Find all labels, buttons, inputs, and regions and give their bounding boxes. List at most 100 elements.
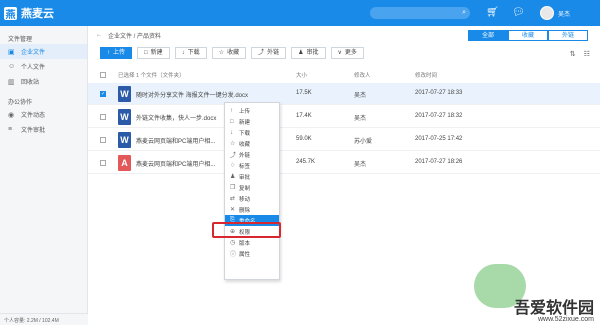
menu-item-label: 属性 xyxy=(239,251,251,258)
breadcrumb-path[interactable]: 企业文件 / 产品资料 xyxy=(108,31,161,40)
sidebar-item-label: 回收站 xyxy=(21,80,40,86)
header-modifier[interactable]: 修改人 xyxy=(354,71,371,79)
sidebar-item-label: 个人文件 xyxy=(21,65,46,71)
new-button[interactable]: □ 新建 xyxy=(137,47,170,59)
context-menu: ↑ 上传 □ 新建 ↓ 下载 ☆ 收藏 ⤴ 外链 ♢ 标签 ♟ 审批 ❐ 复制 ⇄ 移动 ✕ 删除 … xyxy=(224,102,280,280)
table-header: 已选择 1 个文件（文件夹） 大小 修改人 修改时间 xyxy=(88,69,600,81)
approval-button[interactable]: ♟ 审批 xyxy=(291,47,326,59)
header-name[interactable]: 已选择 1 个文件（文件夹） xyxy=(118,71,185,79)
menu-item-upload[interactable]: ↑ 上传 xyxy=(225,105,279,116)
table-row[interactable]: W 外链文件收集，快人一步.docx 17.4K 吴杰 2017-07-27 1… xyxy=(88,106,600,128)
file-modifier: 吴杰 xyxy=(354,116,367,122)
download-icon: ↓ xyxy=(181,50,185,56)
menu-item-move[interactable]: ⇄ 移动 xyxy=(225,193,279,204)
chevron-down-icon: ∨ xyxy=(337,50,342,56)
upload-icon: ↑ xyxy=(107,50,110,56)
file-modifier: 吴杰 xyxy=(354,162,367,168)
menu-item-label: 删除 xyxy=(239,207,251,214)
menu-item-share-link[interactable]: ⤴ 外链 xyxy=(225,149,279,160)
sidebar-item-file-activity[interactable]: ◉ 文件动态 xyxy=(0,107,87,122)
watermark-url: www.52zixue.com xyxy=(537,316,594,323)
menu-item-favorite[interactable]: ☆ 收藏 xyxy=(225,138,279,149)
menu-item-tag[interactable]: ♢ 标签 xyxy=(225,160,279,171)
upload-icon: ↑ xyxy=(230,107,233,114)
sidebar-section-title: 办公协作 xyxy=(8,100,33,106)
row-checkbox[interactable] xyxy=(100,137,106,143)
star-icon: ☆ xyxy=(218,50,225,56)
header-time[interactable]: 修改时间 xyxy=(415,71,437,79)
menu-item-label: 新建 xyxy=(239,119,251,126)
menu-item-delete[interactable]: ✕ 删除 xyxy=(225,204,279,215)
share-link-button[interactable]: ⤴ 外链 xyxy=(251,47,287,59)
username[interactable]: 吴杰 xyxy=(558,9,570,18)
menu-item-version[interactable]: ◷ 版本 xyxy=(225,237,279,248)
sidebar-item-file-approval[interactable]: ≡ 文件审批 xyxy=(0,122,87,137)
menu-item-download[interactable]: ↓ 下载 xyxy=(225,127,279,138)
file-name[interactable]: 外链文件收集，快人一步.docx xyxy=(136,113,216,122)
menu-item-approval[interactable]: ♟ 审批 xyxy=(225,171,279,182)
tab-external-links[interactable]: 外链 xyxy=(548,30,588,41)
menu-item-new[interactable]: □ 新建 xyxy=(225,116,279,127)
highlight-outline xyxy=(212,222,281,238)
copy-icon: ❐ xyxy=(230,185,236,191)
sidebar-item-company-files[interactable]: ▣ 企业文件 xyxy=(0,44,87,59)
tab-favorites[interactable]: 收藏 xyxy=(508,30,548,41)
sidebar-item-personal-files[interactable]: ☺ 个人文件 xyxy=(0,59,87,74)
table-row[interactable]: A 燕麦云网页端和PC端用户相... 245.7K 吴杰 2017-07-27 … xyxy=(88,152,600,174)
sort-icon[interactable]: ⇅ xyxy=(570,50,576,58)
toolbar-right: ⇅ ☷ xyxy=(562,50,590,58)
pdf-file-icon: A xyxy=(118,155,131,171)
table-row[interactable]: W 燕麦云网页端和PC端用户相... 59.0K 苏小爱 2017-07-25 … xyxy=(88,129,600,151)
menu-item-copy[interactable]: ❐ 复制 xyxy=(225,182,279,193)
activity-icon: ◉ xyxy=(8,111,15,119)
menu-item-label: 审批 xyxy=(239,174,251,181)
share-icon: ⤴ xyxy=(258,50,265,56)
word-file-icon: W xyxy=(118,109,131,125)
file-name[interactable]: 燕麦云网页端和PC端用户相... xyxy=(136,159,215,168)
file-size: 59.0K xyxy=(296,136,312,142)
file-time: 2017-07-27 18:26 xyxy=(415,159,463,165)
search-box[interactable]: ⌕ xyxy=(370,7,470,19)
more-button[interactable]: ∨ 更多 xyxy=(330,47,364,59)
menu-item-label: 收藏 xyxy=(239,141,251,148)
row-checkbox[interactable] xyxy=(100,114,106,120)
back-arrow-icon[interactable]: ← xyxy=(96,32,102,38)
table-row[interactable]: ✓ W 随时对外分享文件 海报文件一键分发.docx 17.5K 吴杰 2017… xyxy=(88,83,600,105)
share-icon: ⤴ xyxy=(230,153,237,159)
info-icon: ⓘ xyxy=(230,252,237,258)
tab-all[interactable]: 全部 xyxy=(468,30,508,41)
file-modifier: 苏小爱 xyxy=(354,139,373,145)
new-icon: □ xyxy=(144,50,148,56)
file-time: 2017-07-27 18:32 xyxy=(415,113,463,119)
trash-icon: ▥ xyxy=(8,78,15,86)
file-name[interactable]: 随时对外分享文件 海报文件一键分发.docx xyxy=(136,90,248,99)
word-file-icon: W xyxy=(118,86,131,102)
sidebar-item-recycle-bin[interactable]: ▥ 回收站 xyxy=(0,74,87,89)
header-size[interactable]: 大小 xyxy=(296,71,307,79)
search-icon[interactable]: ⌕ xyxy=(462,9,466,17)
new-icon: □ xyxy=(230,118,234,125)
search-input[interactable] xyxy=(382,8,463,18)
file-size: 245.7K xyxy=(296,159,316,165)
file-name[interactable]: 燕麦云网页端和PC端用户相... xyxy=(136,136,215,145)
menu-item-label: 复制 xyxy=(239,185,251,192)
menu-item-label: 下载 xyxy=(239,130,251,137)
download-icon: ↓ xyxy=(230,129,233,136)
file-time: 2017-07-27 18:33 xyxy=(415,90,463,96)
grid-view-icon[interactable]: ☷ xyxy=(584,50,590,58)
favorite-button[interactable]: ☆ 收藏 xyxy=(211,47,247,59)
cart-icon[interactable]: 🛒︎ xyxy=(486,7,499,19)
delete-icon: ✕ xyxy=(230,207,236,213)
row-checkbox[interactable] xyxy=(100,160,106,166)
approval-icon: ♟ xyxy=(298,50,304,56)
upload-button[interactable]: ↑ 上传 xyxy=(100,47,133,59)
watermark-title: 吾爱软件园 xyxy=(513,300,594,317)
download-button[interactable]: ↓ 下载 xyxy=(174,47,207,59)
message-icon[interactable]: 💬︎ xyxy=(512,7,525,19)
avatar[interactable] xyxy=(540,6,554,20)
menu-item-properties[interactable]: ⓘ 属性 xyxy=(225,248,279,259)
row-checkbox[interactable]: ✓ xyxy=(100,91,106,97)
select-all-checkbox[interactable] xyxy=(100,72,106,78)
app-logo[interactable]: 燕 燕麦云 xyxy=(4,5,54,21)
app-name: 燕麦云 xyxy=(21,8,54,20)
